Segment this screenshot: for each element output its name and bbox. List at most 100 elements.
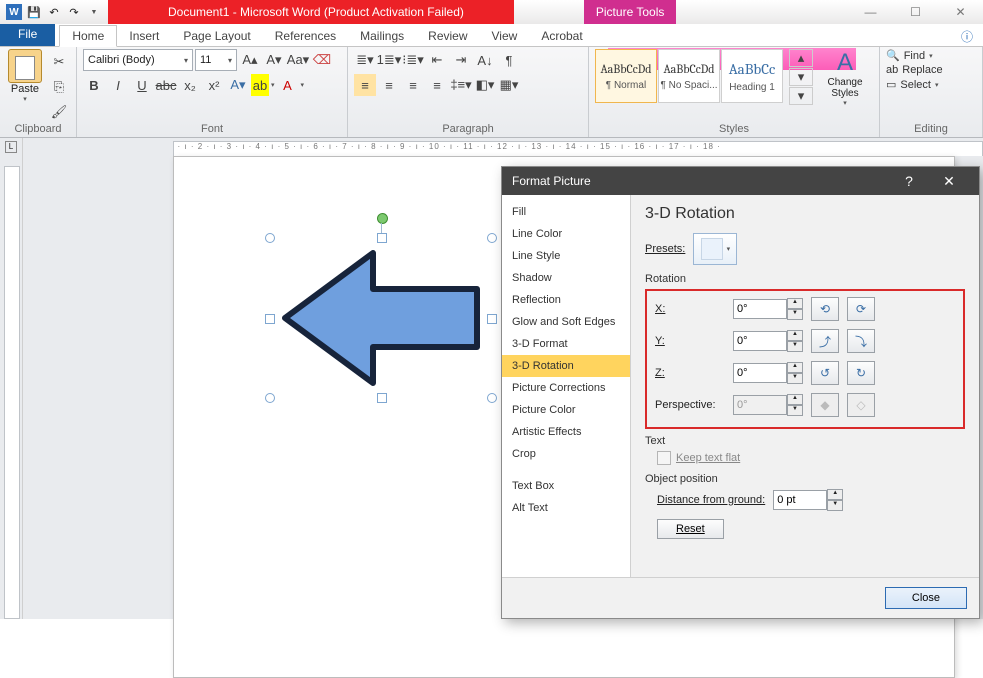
- y-up-button[interactable]: ⤴: [811, 329, 839, 353]
- format-painter-icon[interactable]: 🖌: [48, 101, 70, 123]
- y-spinner[interactable]: ▲▼: [733, 330, 803, 352]
- side-picture-color[interactable]: Picture Color: [502, 399, 630, 421]
- bold-button[interactable]: B: [83, 74, 105, 96]
- borders-icon[interactable]: ▦▾: [498, 74, 520, 96]
- side-alt-text[interactable]: Alt Text: [502, 497, 630, 519]
- font-color-icon[interactable]: A: [277, 74, 299, 96]
- side-artistic-effects[interactable]: Artistic Effects: [502, 421, 630, 443]
- styles-down-icon[interactable]: ▾: [789, 68, 813, 86]
- show-marks-icon[interactable]: ¶: [498, 49, 520, 71]
- align-left-icon[interactable]: ≡: [354, 74, 376, 96]
- minimize-button[interactable]: —: [848, 0, 893, 24]
- style-normal[interactable]: AaBbCcDd¶ Normal: [595, 49, 657, 103]
- styles-up-icon[interactable]: ▴: [789, 49, 813, 67]
- grow-font-icon[interactable]: A▴: [239, 49, 261, 71]
- y-input[interactable]: [733, 331, 787, 351]
- ruler-corner[interactable]: L: [0, 138, 23, 156]
- line-spacing-icon[interactable]: ‡≡▾: [450, 74, 472, 96]
- clear-formatting-icon[interactable]: ⌫: [311, 49, 333, 71]
- side-3d-rotation[interactable]: 3-D Rotation: [502, 355, 630, 377]
- side-line-style[interactable]: Line Style: [502, 245, 630, 267]
- presets-dropdown[interactable]: ▾: [693, 233, 737, 265]
- resize-handle-n[interactable]: [377, 233, 387, 243]
- z-cw-button[interactable]: ↻: [847, 361, 875, 385]
- close-window-button[interactable]: ✕: [938, 0, 983, 24]
- italic-button[interactable]: I: [107, 74, 129, 96]
- z-ccw-button[interactable]: ↺: [811, 361, 839, 385]
- styles-more-icon[interactable]: ▾: [789, 87, 813, 105]
- qat-dropdown-icon[interactable]: ▼: [86, 4, 102, 20]
- change-styles-button[interactable]: A Change Styles▾: [817, 49, 873, 107]
- side-shadow[interactable]: Shadow: [502, 267, 630, 289]
- tab-mailings[interactable]: Mailings: [348, 26, 416, 46]
- side-reflection[interactable]: Reflection: [502, 289, 630, 311]
- find-button[interactable]: 🔍Find ▾: [886, 49, 943, 62]
- shrink-font-icon[interactable]: A▾: [263, 49, 285, 71]
- reset-button[interactable]: Reset: [657, 519, 724, 539]
- maximize-button[interactable]: ☐: [893, 0, 938, 24]
- side-3d-format[interactable]: 3-D Format: [502, 333, 630, 355]
- z-spinner[interactable]: ▲▼: [733, 362, 803, 384]
- underline-button[interactable]: U: [131, 74, 153, 96]
- distance-input[interactable]: [773, 490, 827, 510]
- select-button[interactable]: ▭Select ▾: [886, 78, 943, 91]
- style-heading1[interactable]: AaBbCcHeading 1: [721, 49, 783, 103]
- replace-button[interactable]: abReplace: [886, 64, 943, 76]
- x-input[interactable]: [733, 299, 787, 319]
- tab-references[interactable]: References: [263, 26, 348, 46]
- rotation-handle[interactable]: [377, 213, 388, 224]
- increase-indent-icon[interactable]: ⇥: [450, 49, 472, 71]
- help-icon[interactable]: ⓘ: [961, 28, 973, 45]
- numbering-icon[interactable]: 1≣▾: [378, 49, 400, 71]
- style-no-spacing[interactable]: AaBbCcDd¶ No Spaci...: [658, 49, 720, 103]
- dialog-close-icon[interactable]: ✕: [929, 173, 969, 190]
- multilevel-icon[interactable]: ⁝≣▾: [402, 49, 424, 71]
- side-text-box[interactable]: Text Box: [502, 475, 630, 497]
- resize-handle-e[interactable]: [487, 314, 497, 324]
- selected-shape[interactable]: [269, 237, 493, 399]
- dialog-help-icon[interactable]: ?: [889, 173, 929, 189]
- tab-insert[interactable]: Insert: [117, 26, 171, 46]
- x-right-button[interactable]: ⟳: [847, 297, 875, 321]
- vertical-ruler[interactable]: [0, 156, 23, 619]
- resize-handle-sw[interactable]: [265, 393, 275, 403]
- z-input[interactable]: [733, 363, 787, 383]
- decrease-indent-icon[interactable]: ⇤: [426, 49, 448, 71]
- shading-icon[interactable]: ◧▾: [474, 74, 496, 96]
- copy-icon[interactable]: ⎘: [48, 76, 70, 98]
- save-icon[interactable]: 💾: [26, 4, 42, 20]
- tab-page-layout[interactable]: Page Layout: [171, 26, 262, 46]
- tab-home[interactable]: Home: [59, 25, 117, 47]
- redo-icon[interactable]: ↷: [66, 4, 82, 20]
- resize-handle-se[interactable]: [487, 393, 497, 403]
- font-family-combo[interactable]: Calibri (Body)▾: [83, 49, 193, 71]
- bullets-icon[interactable]: ≣▾: [354, 49, 376, 71]
- side-line-color[interactable]: Line Color: [502, 223, 630, 245]
- tab-file[interactable]: File: [0, 24, 55, 46]
- close-button[interactable]: Close: [885, 587, 967, 609]
- resize-handle-s[interactable]: [377, 393, 387, 403]
- tab-view[interactable]: View: [480, 26, 530, 46]
- tab-review[interactable]: Review: [416, 26, 479, 46]
- y-down-button[interactable]: ⤵: [847, 329, 875, 353]
- justify-icon[interactable]: ≡: [426, 74, 448, 96]
- tab-format[interactable]: Format: [627, 26, 689, 46]
- side-glow[interactable]: Glow and Soft Edges: [502, 311, 630, 333]
- change-case-icon[interactable]: Aa▾: [287, 49, 309, 71]
- x-left-button[interactable]: ⟲: [811, 297, 839, 321]
- x-spinner[interactable]: ▲▼: [733, 298, 803, 320]
- font-size-combo[interactable]: 11▾: [195, 49, 237, 71]
- perspective-spinner[interactable]: ▲▼: [733, 394, 803, 416]
- resize-handle-w[interactable]: [265, 314, 275, 324]
- text-effects-icon[interactable]: A▾: [227, 74, 249, 96]
- side-picture-corrections[interactable]: Picture Corrections: [502, 377, 630, 399]
- distance-spinner[interactable]: ▲▼: [773, 489, 843, 511]
- side-fill[interactable]: Fill: [502, 201, 630, 223]
- dialog-titlebar[interactable]: Format Picture ? ✕: [502, 167, 979, 195]
- tab-acrobat[interactable]: Acrobat: [529, 26, 594, 46]
- align-right-icon[interactable]: ≡: [402, 74, 424, 96]
- paste-button[interactable]: Paste▾: [6, 49, 44, 103]
- undo-icon[interactable]: ↶: [46, 4, 62, 20]
- strikethrough-button[interactable]: abc: [155, 74, 177, 96]
- subscript-button[interactable]: x₂: [179, 74, 201, 96]
